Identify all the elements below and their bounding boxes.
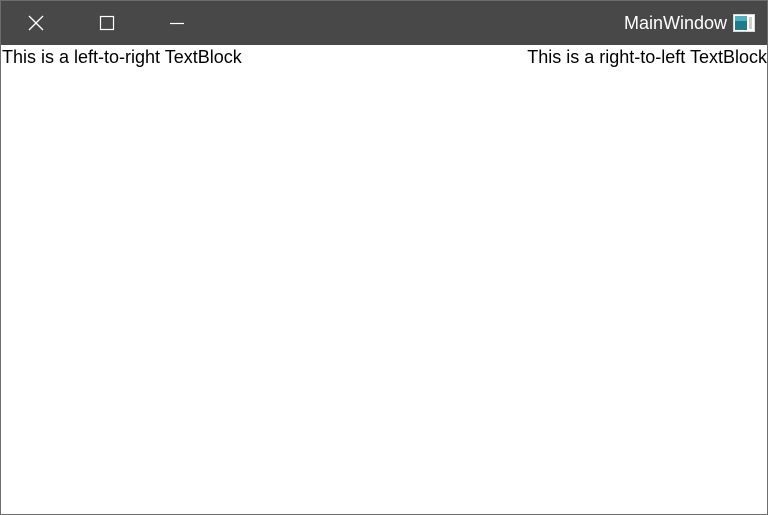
close-button[interactable] xyxy=(1,1,71,45)
minimize-icon xyxy=(169,15,185,31)
right-to-left-textblock: This is a right-to-left TextBlock xyxy=(527,47,767,67)
maximize-icon xyxy=(99,15,115,31)
close-icon xyxy=(27,14,45,32)
left-to-right-textblock: This is a left-to-right TextBlock xyxy=(2,47,242,67)
app-window-icon[interactable] xyxy=(733,14,755,32)
main-window: MainWindow This is a left-to-right TextB… xyxy=(0,0,768,515)
window-title: MainWindow xyxy=(623,13,727,33)
title-bar[interactable]: MainWindow xyxy=(1,1,767,45)
window-content: This is a left-to-right TextBlock This i… xyxy=(1,45,767,514)
maximize-button[interactable] xyxy=(72,1,142,45)
minimize-button[interactable] xyxy=(142,1,212,45)
